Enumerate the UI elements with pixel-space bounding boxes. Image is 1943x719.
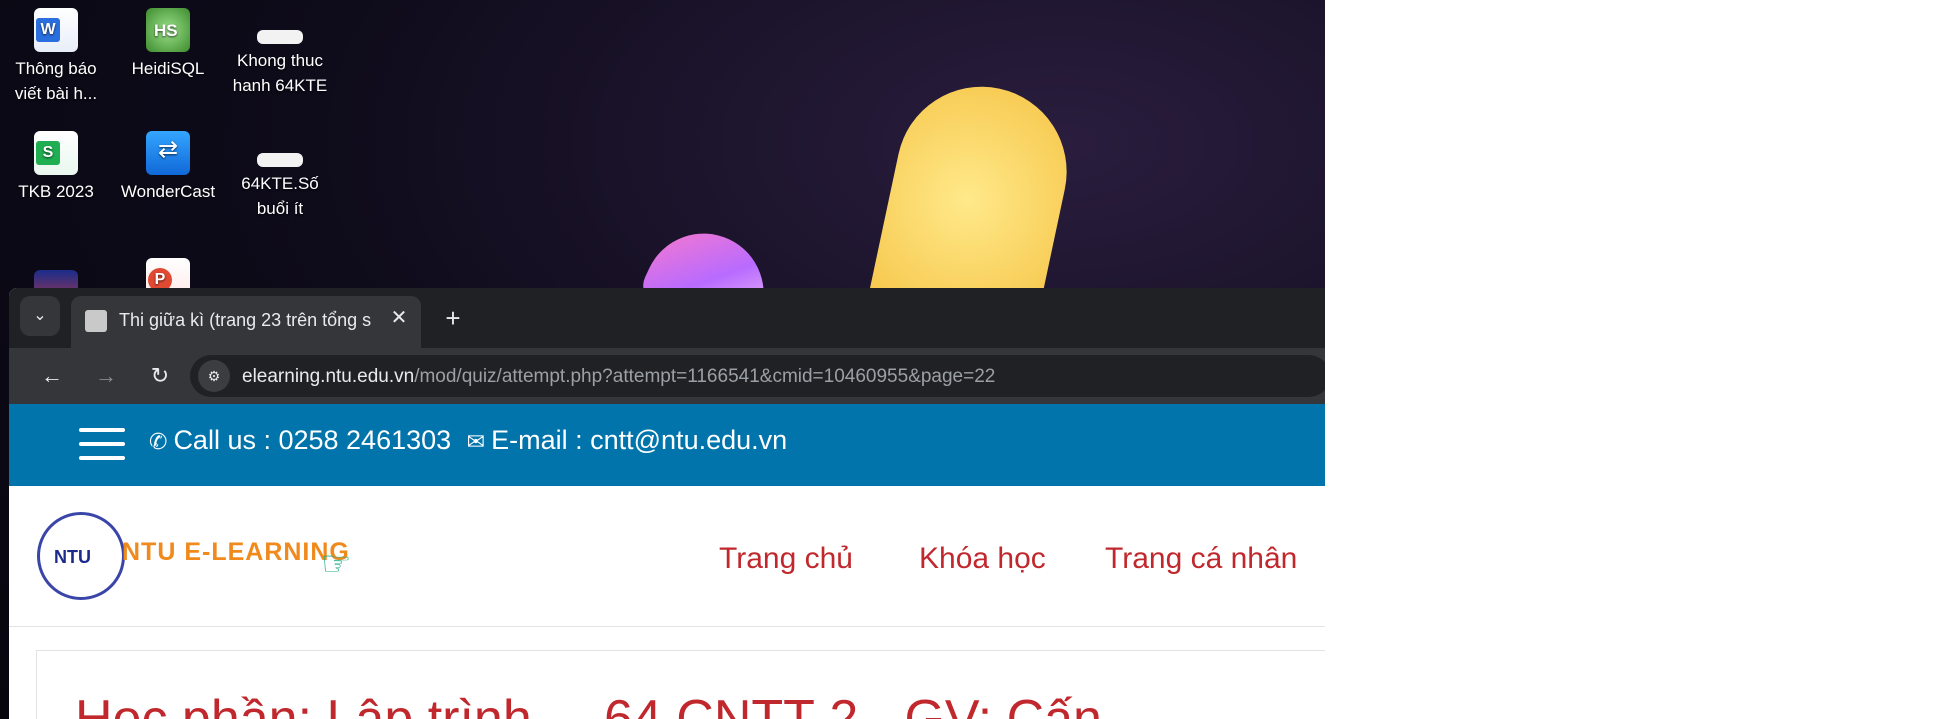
contact-email[interactable]: E-mail : cntt@ntu.edu.vn xyxy=(491,425,787,455)
url-host: elearning.ntu.edu.vn xyxy=(242,366,415,387)
forward-button[interactable]: → xyxy=(86,356,126,396)
desktop-icon-64kte[interactable]: 64KTE.Số buổi ít xyxy=(224,123,336,221)
desktop-icon-label: Thông báo viết bài h... xyxy=(14,59,98,103)
reload-button[interactable]: ↻ xyxy=(140,356,180,396)
web-page: ✆ Call us : 0258 2461303 ✉ E-mail : cntt@n… xyxy=(9,404,1325,719)
tab-strip: ⌄ Thi giữa kì (trang 23 trên tổng s ✕ + xyxy=(9,288,1325,348)
course-title: Học phần: Lập trình ... 64.CNTT-2 - GV: … xyxy=(75,690,1160,719)
site-top-bar: ✆ Call us : 0258 2461303 ✉ E-mail : cntt@n… xyxy=(9,404,1325,486)
blank-screen-area xyxy=(1325,0,1943,719)
arrow-left-icon: ← xyxy=(41,363,63,388)
tab-search-button[interactable]: ⌄ xyxy=(20,296,60,336)
nav-profile[interactable]: Trang cá nhân xyxy=(1105,542,1297,576)
desktop-icon-tkb[interactable]: TKB 2023 xyxy=(0,123,112,204)
desktop-icon-label: TKB 2023 xyxy=(18,182,94,201)
envelope-icon: ✉ xyxy=(466,429,486,454)
url-path: /mod/quiz/attempt.php?attempt=1166541&cm… xyxy=(414,366,996,387)
desktop-icon-wondercast[interactable]: WonderCast xyxy=(112,123,224,204)
desktop-icon-khong-thuc-hanh[interactable]: Khong thuc hanh 64KTE xyxy=(224,0,336,98)
tab-title: Thi giữa kì (trang 23 trên tổng s xyxy=(119,310,372,330)
site-header: NTU E-LEARNING ☞ Trang chủ Khóa học Tran… xyxy=(9,486,1325,627)
tune-icon: ⚙ xyxy=(207,368,221,384)
browser-window: ⌄ Thi giữa kì (trang 23 trên tổng s ✕ + … xyxy=(9,288,1325,719)
nav-home[interactable]: Trang chủ xyxy=(719,542,853,576)
browser-toolbar: ← → ↻ ⚙ elearning.ntu.edu.vn/mod/quiz/at… xyxy=(9,348,1325,404)
phone-icon: ✆ xyxy=(149,429,168,454)
desktop-icon-thong-bao[interactable]: Thông báo viết bài h... xyxy=(0,0,112,106)
spreadsheet-icon xyxy=(34,131,78,175)
ntu-logo[interactable] xyxy=(37,512,125,600)
pointer-hand-icon: ☞ xyxy=(321,545,352,583)
back-button[interactable]: ← xyxy=(32,356,72,396)
wondercast-icon xyxy=(146,131,190,175)
nav-courses[interactable]: Khóa học xyxy=(919,542,1046,576)
site-logo-text[interactable]: NTU E-LEARNING xyxy=(122,538,350,567)
desktop-icon-label: Khong thuc hanh 64KTE xyxy=(232,51,328,95)
desktop-icon-heidisql[interactable]: HeidiSQL xyxy=(112,0,224,81)
hamburger-menu-icon[interactable] xyxy=(79,428,125,462)
desktop-icon-label: WonderCast xyxy=(120,182,216,201)
contact-info: ✆ Call us : 0258 2461303 ✉ E-mail : cntt@n… xyxy=(149,425,787,456)
tab-active[interactable]: Thi giữa kì (trang 23 trên tổng s ✕ xyxy=(71,296,421,348)
address-bar[interactable]: ⚙ elearning.ntu.edu.vn/mod/quiz/attempt.… xyxy=(190,355,1325,397)
contact-phone: Call us : 0258 2461303 xyxy=(173,425,452,455)
file-icon xyxy=(257,153,303,167)
desktop-icon-label: HeidiSQL xyxy=(131,59,205,78)
file-icon xyxy=(257,30,303,44)
site-info-button[interactable]: ⚙ xyxy=(198,360,230,392)
url-text[interactable]: elearning.ntu.edu.vn/mod/quiz/attempt.ph… xyxy=(242,366,995,388)
favicon-icon xyxy=(85,310,107,332)
content-card: Học phần: Lập trình ... 64.CNTT-2 - GV: … xyxy=(36,650,1325,719)
arrow-right-icon: → xyxy=(95,363,117,388)
chevron-down-icon: ⌄ xyxy=(33,307,47,324)
desktop-icon-label: 64KTE.Số buổi ít xyxy=(241,174,319,218)
word-doc-icon xyxy=(34,8,78,52)
heidisql-icon xyxy=(146,8,190,52)
reload-icon: ↻ xyxy=(150,363,170,388)
new-tab-button[interactable]: + xyxy=(433,300,473,340)
close-icon[interactable]: ✕ xyxy=(385,304,413,332)
